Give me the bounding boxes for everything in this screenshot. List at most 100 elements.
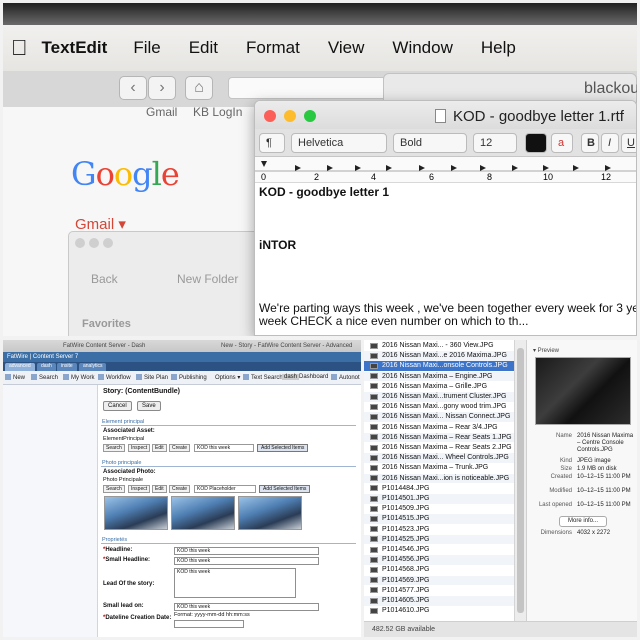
file-row[interactable]: P1014546.JPG [364,545,514,555]
photo-add-selected-button[interactable]: Add Selected Items [259,485,311,493]
italic-button[interactable]: I [601,133,619,153]
small-headline-field[interactable]: KOD this week [174,557,319,565]
file-row[interactable]: 2016 Nissan Maxi...ion is noticeable.JPG [364,473,514,484]
menu-format[interactable]: Format [246,38,300,58]
toolbar-new[interactable]: New [5,374,25,381]
preview-header[interactable]: ▾ Preview [533,347,559,354]
file-row[interactable]: 2016 Nissan Maxi...e 2016 Maxima.JPG [364,351,514,361]
photo-thumbnail[interactable] [171,496,235,530]
minimize-icon[interactable] [89,238,99,248]
close-button[interactable] [264,110,276,122]
window-titlebar[interactable]: KOD - goodbye letter 1.rtf [255,101,636,129]
gmail-link[interactable]: Gmail [146,105,177,119]
asset-add-selected-button[interactable]: Add Selected Items [257,444,309,452]
file-row[interactable]: 2016 Nissan Maxima – Grille.JPG [364,382,514,392]
file-row[interactable]: 2016 Nissan Maxi... Wheel Controls.JPG [364,453,514,463]
finder-back-label[interactable]: Back [91,272,118,286]
apple-icon[interactable]:  [11,35,28,61]
more-info-button[interactable]: More info... [559,516,608,527]
file-row[interactable]: P1014569.JPG [364,575,514,586]
toolbar-site-plan[interactable]: Site Plan [136,374,168,381]
text-color-well[interactable] [525,133,547,153]
toolbar-autonot[interactable]: Autonot [331,374,360,381]
file-row[interactable]: P1014501.JPG [364,494,514,504]
file-row[interactable]: P1014556.JPG [364,555,514,565]
browser-tab[interactable]: New - Story - FatWire Content Server - A… [221,343,352,349]
lead-textarea[interactable]: KOD this week [174,568,296,598]
tab-advanced[interactable]: advanced [5,363,35,371]
photo-select[interactable]: KOD Placeholder [194,485,256,493]
toolbar-dashboard[interactable]: Dashboard [299,374,328,380]
file-row[interactable]: P1014568.JPG [364,565,514,575]
minimize-button[interactable] [284,110,296,122]
file-row[interactable]: 2016 Nissan Maxima – Engine.JPG [364,371,514,382]
tab-analytics[interactable]: analytics [79,363,107,371]
file-row[interactable]: P1014509.JPG [364,504,514,514]
file-row[interactable]: P1014610.JPG [364,606,514,616]
file-row[interactable]: 2016 Nissan Maxima – Rear Seats 1.JPG [364,432,514,443]
asset-search-button[interactable]: Search [103,444,125,452]
finder-new-folder-label[interactable]: New Folder [177,272,238,286]
highlight-color-icon[interactable]: a [551,133,573,153]
headline-field[interactable]: KOD this week [174,547,319,555]
toolbar-dash-badge[interactable]: dash [282,374,300,380]
close-icon[interactable] [75,238,85,248]
asset-create-button[interactable]: Create [169,444,191,452]
file-row[interactable]: 2016 Nissan Maxi... Nissan Connect.JPG [364,412,514,422]
toolbar-my-work[interactable]: My Work [63,374,95,381]
photo-search-button[interactable]: Search [103,485,125,493]
file-row[interactable]: 2016 Nissan Maxi...gony wood trim.JPG [364,402,514,412]
file-row[interactable]: 2016 Nissan Maxi...trument Cluster.JPG [364,392,514,402]
home-icon[interactable]: ⌂ [185,76,213,100]
photo-create-button[interactable]: Create [169,485,191,493]
menu-file[interactable]: File [133,38,160,58]
file-row[interactable]: 2016 Nissan Maxima – Rear 3/4.JPG [364,423,514,433]
toolbar-workflow[interactable]: Workflow [98,374,131,381]
asset-inspect-button[interactable]: Inspect [128,444,151,452]
toolbar-text-search[interactable]: Text Search [243,374,283,381]
file-row[interactable]: 2016 Nissan Maxi... - 360 View.JPG [364,341,514,351]
file-row[interactable]: 2016 Nissan Maxima – Rear Seats 2.JPG [364,443,514,453]
back-button[interactable]: ‹ [119,76,147,100]
photo-thumbnail[interactable] [104,496,168,530]
document-body[interactable]: KOD - goodbye letter 1 iNTOR We're parti… [255,183,636,335]
asset-edit-button[interactable]: Edit [152,444,167,452]
file-row[interactable]: P1014523.JPG [364,525,514,535]
scrollbar-thumb[interactable] [517,348,524,613]
file-row[interactable]: P1014577.JPG [364,586,514,596]
toolbar-search[interactable]: Search [31,374,58,381]
scrollbar[interactable] [514,340,526,621]
photo-inspect-button[interactable]: Inspect [128,485,151,493]
cancel-button[interactable]: Cancel [103,401,132,411]
file-row[interactable]: P1014525.JPG [364,534,514,545]
photo-thumbnail[interactable] [238,496,302,530]
file-row[interactable]: P1014515.JPG [364,514,514,524]
zoom-icon[interactable] [103,238,113,248]
menu-help[interactable]: Help [481,38,516,58]
font-family-select[interactable]: Helvetica [291,133,387,153]
underline-button[interactable]: U [621,133,636,153]
tab-dash[interactable]: dash [37,363,56,371]
asset-select[interactable]: KOD this week [194,444,254,452]
toolbar-publishing[interactable]: Publishing [171,374,207,381]
ruler[interactable]: 0 2 4 6 8 10 12 [255,157,636,183]
photo-edit-button[interactable]: Edit [152,485,167,493]
zoom-button[interactable] [304,110,316,122]
bold-button[interactable]: B [581,133,599,153]
small-lead-field[interactable]: KOD this week [174,603,319,611]
browser-tab[interactable]: FatWire Content Server - Dash [63,343,145,349]
menu-view[interactable]: View [328,38,365,58]
file-row[interactable]: P1014484.JPG [364,484,514,494]
font-style-select[interactable]: Bold [393,133,467,153]
toolbar-options[interactable]: Options ▾ [215,374,240,381]
paragraph-style-menu[interactable]: ¶ [259,133,285,153]
font-size-select[interactable]: 12 [473,133,517,153]
file-row[interactable]: P1014605.JPG [364,596,514,606]
forward-button[interactable]: › [148,76,176,100]
menu-window[interactable]: Window [392,38,452,58]
save-button[interactable]: Save [137,401,161,411]
tab-insite[interactable]: insite [57,363,77,371]
file-row[interactable]: 2016 Nissan Maxima – Trunk.JPG [364,463,514,473]
file-row[interactable]: 2016 Nissan Maxi...onsole Controls.JPG [364,361,514,371]
menu-app-name[interactable]: TextEdit [42,38,108,58]
